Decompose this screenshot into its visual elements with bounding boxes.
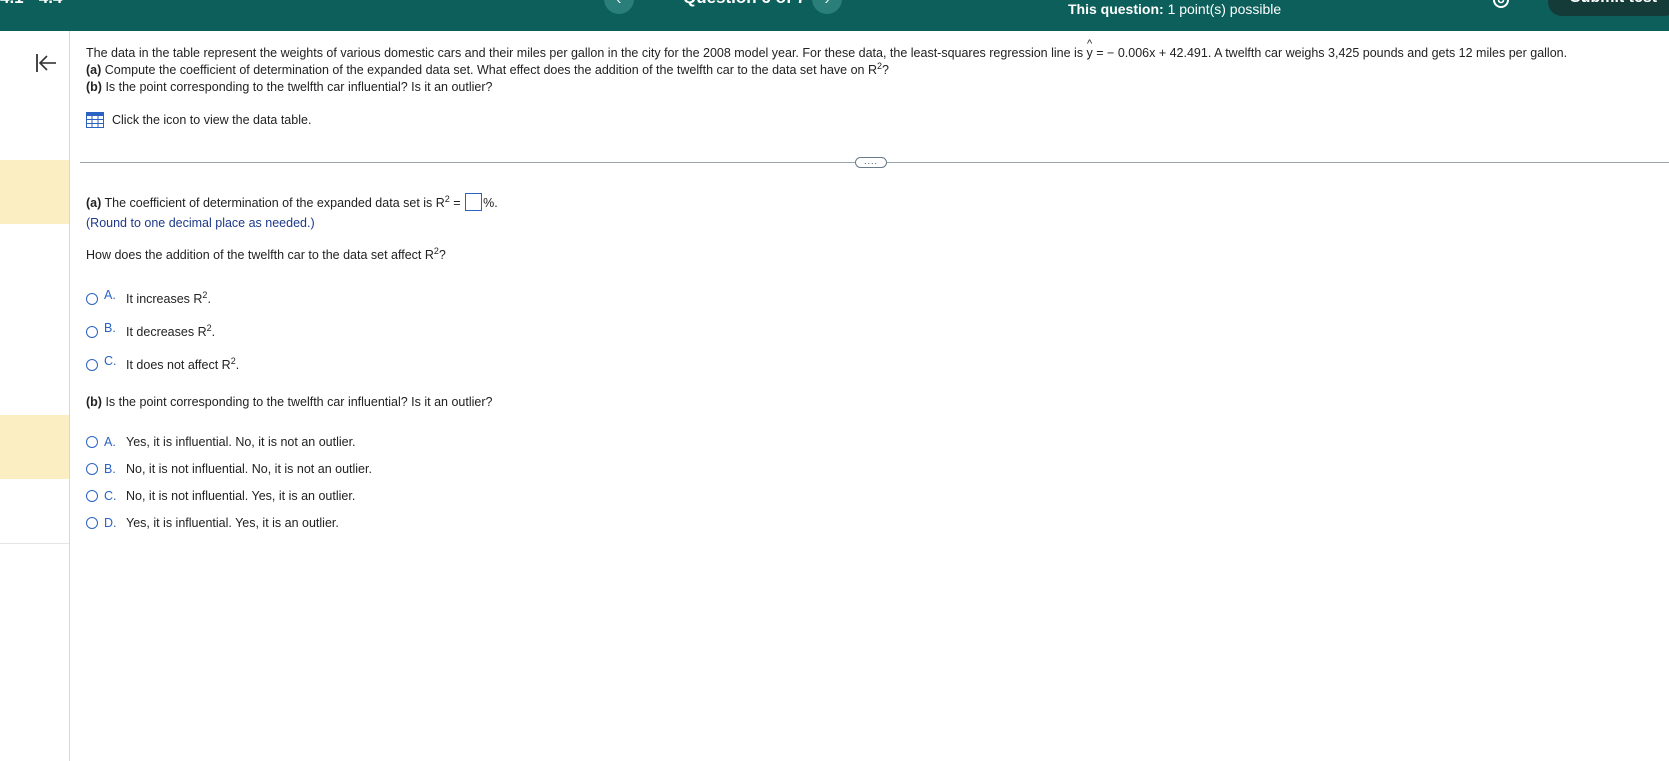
radio-button[interactable] bbox=[86, 517, 98, 529]
top-bar: 4.1 - 4.4 ‹ Question 6 of 7 › This quest… bbox=[0, 0, 1669, 31]
option-letter: B. bbox=[104, 462, 116, 476]
question-counter: Question 6 of 7 bbox=[683, 0, 806, 8]
option-text: It increases R2. bbox=[126, 291, 211, 307]
option-letter: D. bbox=[104, 516, 117, 530]
rounding-hint: (Round to one decimal place as needed.) bbox=[86, 216, 315, 230]
y-hat: y bbox=[1087, 36, 1093, 62]
radio-button[interactable] bbox=[86, 326, 98, 338]
chevron-left-icon: ‹ bbox=[617, 0, 622, 7]
section-range: 4.1 - 4.4 bbox=[0, 0, 62, 8]
radio-button[interactable] bbox=[86, 293, 98, 305]
part-a-end: ? bbox=[882, 63, 889, 77]
part-a-text: Compute the coefficient of determination… bbox=[101, 63, 878, 77]
question-intro: The data in the table represent the weig… bbox=[86, 36, 1669, 62]
rail-divider bbox=[0, 543, 69, 544]
option-letter: C. bbox=[104, 489, 117, 503]
part-b-question: (b) Is the point corresponding to the tw… bbox=[86, 79, 1669, 96]
part-b-label: (b) bbox=[86, 80, 102, 94]
r-squared-answer-input[interactable] bbox=[465, 193, 483, 211]
percent-unit: %. bbox=[483, 196, 498, 210]
option-letter: A. bbox=[104, 288, 116, 302]
collapse-panel-icon[interactable] bbox=[34, 51, 58, 75]
radio-button[interactable] bbox=[86, 463, 98, 475]
question-panel: The data in the table represent the weig… bbox=[86, 36, 1669, 128]
option-text-end: . bbox=[211, 325, 216, 339]
effect-question-text: How does the addition of the twelfth car… bbox=[86, 248, 434, 262]
part-a-label: (a) bbox=[86, 63, 102, 77]
left-rail bbox=[0, 31, 70, 761]
question-points: This question: 1 point(s) possible bbox=[1068, 1, 1281, 17]
effect-question-end: ? bbox=[438, 248, 446, 262]
part-b-prompt: (b) Is the point corresponding to the tw… bbox=[86, 395, 492, 409]
radio-button[interactable] bbox=[86, 359, 98, 371]
option-text: It does not affect R2. bbox=[126, 357, 240, 373]
data-table-icon[interactable] bbox=[86, 112, 104, 128]
radio-button[interactable] bbox=[86, 436, 98, 448]
effect-question: How does the addition of the twelfth car… bbox=[86, 247, 446, 263]
option-text-end: . bbox=[207, 292, 211, 306]
radio-button[interactable] bbox=[86, 490, 98, 502]
option-text: It decreases R2. bbox=[126, 324, 216, 340]
part-a-option-b[interactable]: B. It decreases R2. bbox=[86, 321, 216, 340]
part-a-question: (a) Compute the coefficient of determina… bbox=[86, 62, 1669, 79]
data-link-text: Click the icon to view the data table. bbox=[112, 113, 312, 127]
question-points-label: This question: bbox=[1068, 1, 1164, 17]
part-b-prompt-text: Is the point corresponding to the twelft… bbox=[101, 395, 493, 409]
option-text: No, it is not influential. No, it is not… bbox=[126, 462, 372, 476]
part-b-option-b[interactable]: B. No, it is not influential. No, it is … bbox=[86, 462, 372, 476]
part-a-option-a[interactable]: A. It increases R2. bbox=[86, 288, 211, 307]
part-b-option-c[interactable]: C. No, it is not influential. Yes, it is… bbox=[86, 489, 355, 503]
next-question-button[interactable]: › bbox=[812, 0, 842, 14]
question-text: The data in the table represent the weig… bbox=[86, 36, 1669, 96]
view-data-table-link[interactable]: Click the icon to view the data table. bbox=[86, 111, 311, 129]
option-text-end: . bbox=[235, 358, 240, 372]
settings-gear-icon[interactable] bbox=[1491, 0, 1511, 10]
option-text-body: It increases R bbox=[126, 292, 203, 306]
part-a-prompt-text: The coefficient of determination of the … bbox=[101, 196, 445, 210]
part-a-prompt: (a) The coefficient of determination of … bbox=[86, 193, 498, 211]
option-text-body: It decreases R bbox=[126, 325, 207, 339]
option-letter: B. bbox=[104, 321, 116, 335]
submit-test-button[interactable]: Submit test bbox=[1548, 0, 1669, 16]
option-text: Yes, it is influential. No, it is not an… bbox=[126, 435, 356, 449]
part-b-option-a[interactable]: A. Yes, it is influential. No, it is not… bbox=[86, 435, 356, 449]
regression-line-text: = − 0.006x + 42.491. A twelfth car weigh… bbox=[1092, 46, 1568, 60]
part-b-prompt-label: (b) bbox=[86, 395, 102, 409]
question-points-value: 1 point(s) possible bbox=[1167, 1, 1282, 17]
option-text: No, it is not influential. Yes, it is an… bbox=[126, 489, 356, 503]
part-a-marker bbox=[0, 160, 69, 224]
equals-sign: = bbox=[449, 196, 461, 210]
part-a-prompt-label: (a) bbox=[86, 196, 102, 210]
option-letter: C. bbox=[104, 354, 117, 368]
intro-text: The data in the table represent the weig… bbox=[86, 46, 1087, 60]
option-letter: A. bbox=[104, 435, 116, 449]
option-text: Yes, it is influential. Yes, it is an ou… bbox=[126, 516, 339, 530]
part-b-marker bbox=[0, 415, 69, 479]
part-a-option-c[interactable]: C. It does not affect R2. bbox=[86, 354, 240, 373]
chevron-right-icon: › bbox=[825, 0, 830, 7]
option-text-body: It does not affect R bbox=[126, 358, 231, 372]
expand-divider-button[interactable]: .... bbox=[855, 157, 887, 168]
part-b-text: Is the point corresponding to the twelft… bbox=[101, 80, 493, 94]
previous-question-button[interactable]: ‹ bbox=[604, 0, 634, 14]
part-b-option-d[interactable]: D. Yes, it is influential. Yes, it is an… bbox=[86, 516, 339, 530]
